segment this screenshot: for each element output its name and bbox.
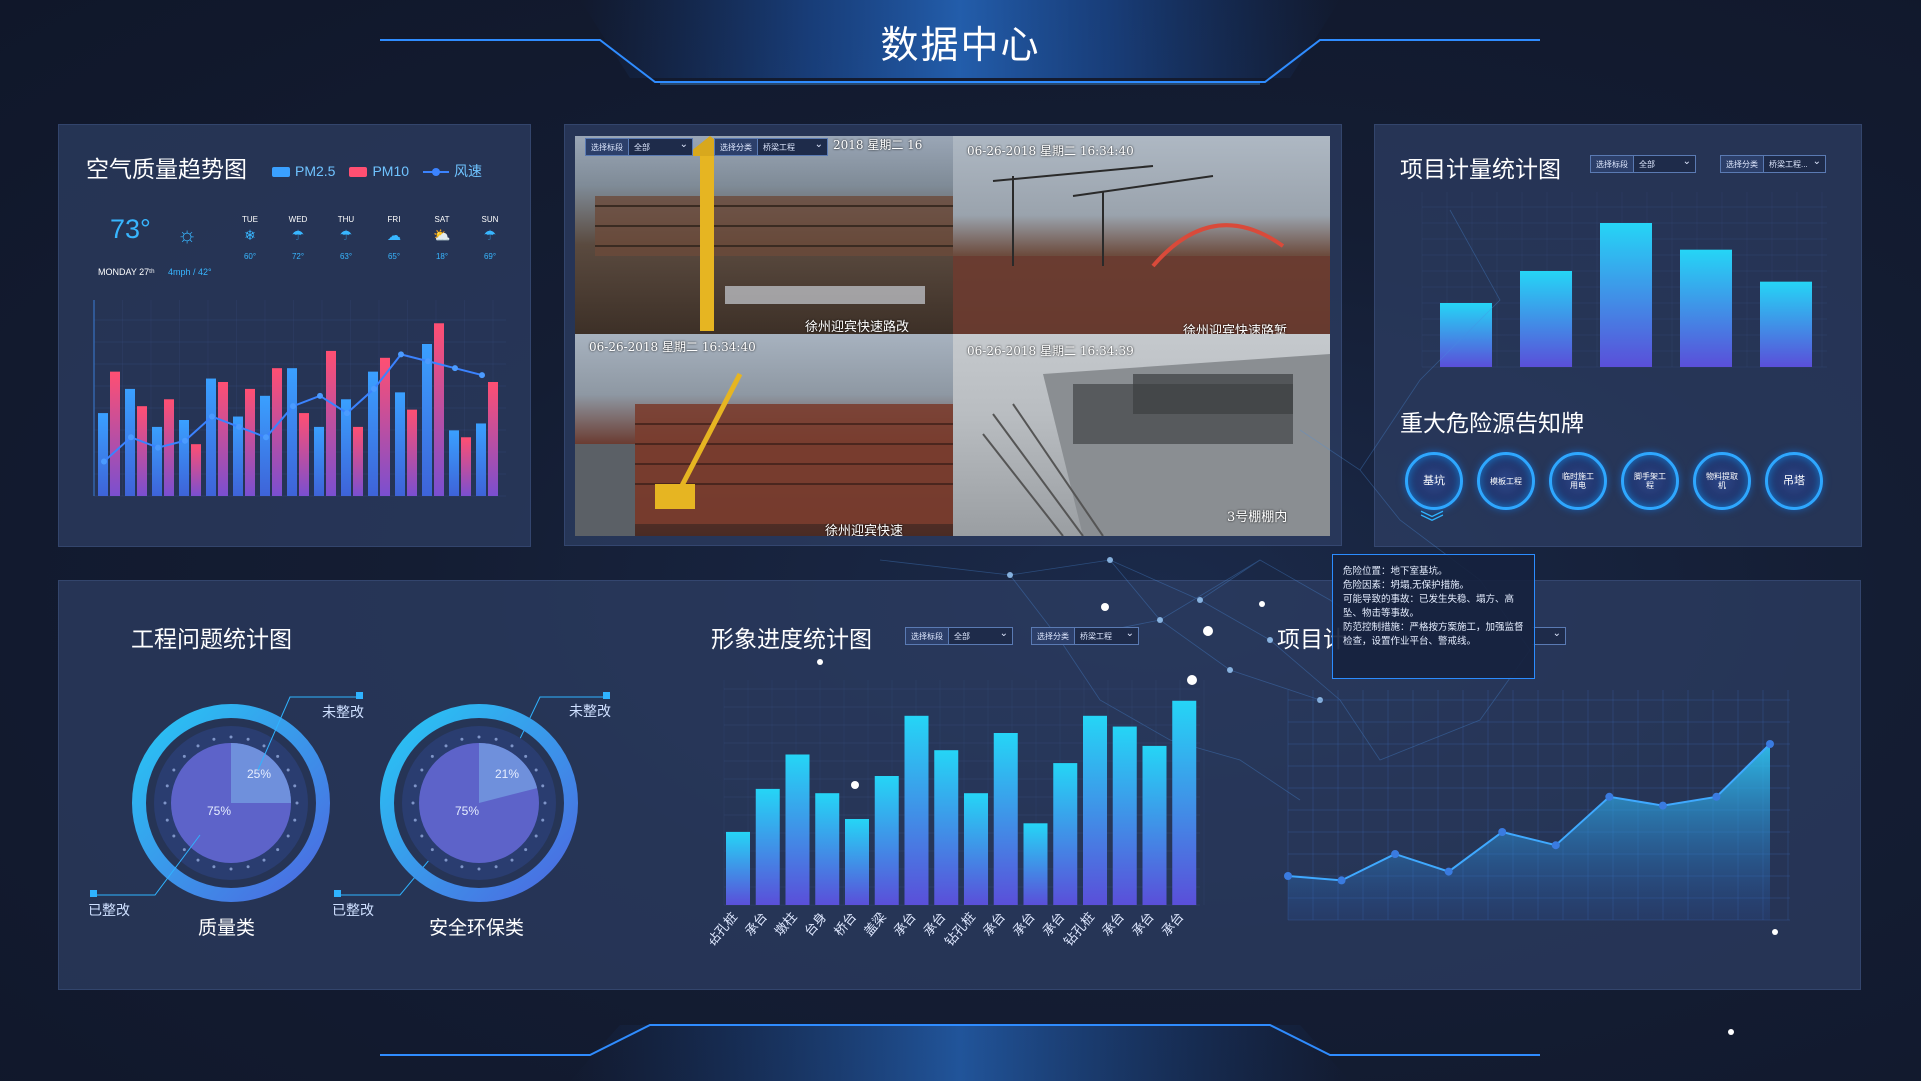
donut-tick [460, 865, 464, 869]
right-bottom-select-stub[interactable]: ⌄ [1532, 627, 1566, 645]
progress-category-label: 承台 [1039, 909, 1067, 939]
progress-category-label: 钻孔桩 [710, 909, 740, 949]
progress-category-label: 桥台 [831, 909, 859, 939]
donut-tick [460, 737, 464, 741]
donut-tick [444, 858, 448, 862]
donut-tick [420, 834, 424, 838]
area-point[interactable] [1284, 872, 1292, 880]
tooltip-accident: 可能导致的事故：已发生失稳、塌方、高坠、物击等事故。 [1343, 594, 1515, 619]
tooltip-factor: 危险因素：坍塌,无保护措施。 [1343, 580, 1470, 591]
progress-bar[interactable] [1142, 745, 1167, 905]
safety-donut: 21% 75% [380, 704, 578, 902]
footer-frame [380, 1024, 1540, 1081]
progress-bar[interactable] [1112, 726, 1137, 905]
progress-category-label: 承台 [1158, 909, 1186, 939]
progress-category-label: 台身 [801, 909, 829, 939]
donut-tick [430, 848, 434, 852]
area-point[interactable] [1337, 876, 1346, 885]
progress-bar[interactable] [934, 750, 959, 905]
progress-category-label: 承台 [1099, 909, 1127, 939]
progress-title: 形象进度统计图 [711, 627, 872, 653]
donut-tick [510, 744, 514, 748]
donut-tick [524, 754, 528, 758]
donut-tick [494, 737, 498, 741]
donut-fixed-pct: 75% [455, 804, 479, 818]
donut-tick [541, 784, 545, 788]
progress-bar[interactable] [904, 715, 929, 905]
area-point[interactable] [1551, 841, 1560, 850]
progress-bar[interactable] [845, 819, 869, 905]
progress-bar[interactable] [726, 831, 750, 905]
area-point[interactable] [1444, 867, 1453, 876]
progress-category-label: 钻孔桩 [1061, 909, 1098, 949]
progress-bar[interactable] [785, 754, 810, 906]
donut-tick [494, 865, 498, 869]
donut-tick [413, 784, 417, 788]
donut-tick [534, 834, 538, 838]
progress-category-label: 承台 [920, 909, 948, 939]
donut-tick [534, 768, 538, 772]
safety-donut-name: 安全环保类 [429, 917, 525, 939]
tooltip-measures: 防范控制措施：严格按方案施工，加强监督检查，设置作业平台、警戒线。 [1343, 622, 1524, 647]
donut-unfixed-pct: 21% [495, 767, 519, 781]
safety-unfixed-label: 未整改 [569, 703, 611, 719]
donut-tick [524, 848, 528, 852]
area-point[interactable] [1658, 801, 1667, 810]
progress-category-label: 承台 [1129, 909, 1157, 939]
donut-tick [444, 744, 448, 748]
progress-bar[interactable] [815, 793, 840, 905]
progress-category-label: 盖梁 [861, 909, 889, 939]
progress-chart: 钻孔桩 承台 墩柱 台身 桥台 盖梁 承台 承台钻孔桩 承台 承台 承台钻孔桩 承台 承台 承台 [710, 680, 1205, 949]
progress-bar[interactable] [1023, 823, 1048, 905]
progress-category-select[interactable]: 选择分类 桥梁工程 [1031, 627, 1139, 645]
donut-tick [413, 818, 417, 822]
progress-section-select[interactable]: 选择标段 全部 [905, 627, 1013, 645]
progress-bar[interactable] [1083, 715, 1107, 905]
donut-tick [411, 801, 415, 805]
area-point[interactable] [1605, 792, 1614, 801]
progress-bar[interactable] [993, 733, 1018, 905]
area-chart [1284, 690, 1790, 921]
progress-category-label: 承台 [742, 909, 770, 939]
donut-tick [430, 754, 434, 758]
progress-category-label: 承台 [891, 909, 919, 939]
progress-category-label: 承台 [980, 909, 1008, 939]
progress-bar[interactable] [874, 776, 899, 905]
donut-tick [477, 735, 481, 739]
safety-fixed-label: 已整改 [332, 902, 374, 918]
area-point[interactable] [1498, 828, 1507, 836]
progress-category-label: 承台 [1010, 909, 1038, 939]
donut-tick [543, 801, 547, 805]
hazard-tooltip: 危险位置：地下室基坑。 危险因素：坍塌,无保护措施。 可能导致的事故：已发生失稳… [1332, 554, 1535, 679]
progress-bar[interactable] [1172, 700, 1197, 905]
area-point[interactable] [1391, 850, 1400, 858]
progress-bar[interactable] [964, 793, 988, 905]
area-point[interactable] [1712, 792, 1721, 801]
progress-category-label: 墩柱 [772, 909, 800, 939]
donut-tick [541, 818, 545, 822]
area-point[interactable] [1766, 740, 1774, 748]
donut-tick [420, 768, 424, 772]
progress-category-label: 钻孔桩 [942, 909, 979, 949]
tooltip-location: 危险位置：地下室基坑。 [1343, 566, 1448, 577]
donut-tick [477, 867, 481, 871]
progress-bar[interactable] [1053, 763, 1078, 905]
donut-tick [510, 858, 514, 862]
progress-bar[interactable] [755, 788, 780, 905]
